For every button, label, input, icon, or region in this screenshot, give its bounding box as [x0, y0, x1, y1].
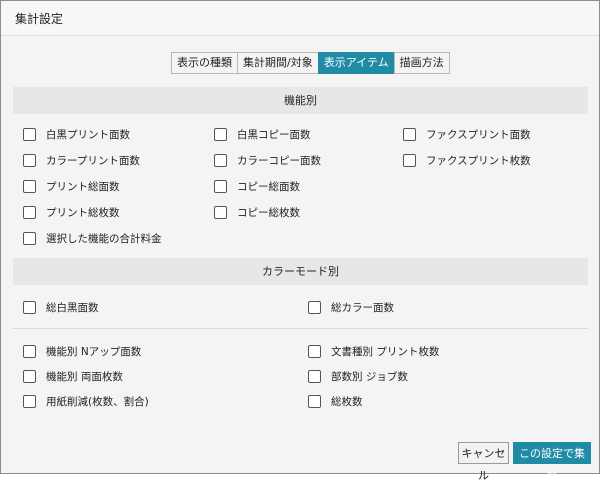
- checkbox-fax-print-sheets[interactable]: ファクスプリント枚数: [403, 153, 531, 168]
- checkbox-label: カラープリント面数: [46, 155, 140, 167]
- checkbox-label: 用紙削減(枚数、割合): [46, 396, 149, 408]
- checkbox-fax-print-pages[interactable]: ファクスプリント面数: [403, 127, 531, 142]
- checkbox-bw-print-pages[interactable]: 白黒プリント面数: [23, 127, 130, 142]
- checkbox-label: 白黒コピー面数: [237, 129, 311, 141]
- checkbox-function-nup-pages[interactable]: 機能別 Nアップ面数: [23, 344, 141, 359]
- checkbox-total-bw-pages[interactable]: 総白黒面数: [23, 300, 99, 315]
- dialog-title: 集計設定: [15, 12, 64, 26]
- checkbox-box[interactable]: [23, 154, 36, 167]
- checkbox-label: 部数別 ジョブ数: [331, 371, 408, 383]
- checkbox-box[interactable]: [23, 128, 36, 141]
- checkbox-box[interactable]: [214, 128, 227, 141]
- checkbox-box[interactable]: [214, 206, 227, 219]
- checkbox-label: カラーコピー面数: [237, 155, 321, 167]
- checkbox-box[interactable]: [308, 301, 321, 314]
- checkbox-box[interactable]: [214, 154, 227, 167]
- tab-display-items[interactable]: 表示アイテム: [317, 52, 395, 74]
- checkbox-box[interactable]: [308, 370, 321, 383]
- checkbox-box[interactable]: [403, 128, 416, 141]
- checkbox-label: 総白黒面数: [46, 302, 99, 314]
- checkbox-function-duplex-sheets[interactable]: 機能別 両面枚数: [23, 369, 123, 384]
- checkbox-label: 機能別 両面枚数: [46, 371, 123, 383]
- tab-drawing-method[interactable]: 描画方法: [393, 52, 450, 74]
- checkbox-box[interactable]: [308, 395, 321, 408]
- checkbox-box[interactable]: [23, 206, 36, 219]
- tab-bar: 表示の種類 集計期間/対象 表示アイテム 描画方法: [171, 52, 450, 74]
- checkbox-doc-type-print-sheets[interactable]: 文書種別 プリント枚数: [308, 344, 439, 359]
- checkbox-label: コピー総面数: [237, 181, 300, 193]
- checkbox-label: 選択した機能の合計料金: [46, 233, 162, 245]
- run-aggregation-button[interactable]: この設定で集計: [513, 442, 591, 482]
- aggregation-settings-dialog: 集計設定 表示の種類 集計期間/対象 表示アイテム 描画方法 機能別 白黒プリン…: [0, 0, 600, 482]
- section-header-color-mode: カラーモード別: [13, 258, 588, 285]
- checkbox-box[interactable]: [308, 345, 321, 358]
- checkbox-label: コピー総枚数: [237, 207, 300, 219]
- checkbox-copy-total-pages[interactable]: コピー総面数: [214, 179, 300, 194]
- cancel-button[interactable]: キャンセル: [458, 442, 509, 482]
- checkbox-label: 総カラー面数: [331, 302, 394, 314]
- checkbox-copies-job-count[interactable]: 部数別 ジョブ数: [308, 369, 408, 384]
- checkbox-label: プリント総枚数: [46, 207, 120, 219]
- section-header-function: 機能別: [13, 87, 588, 114]
- dialog-titlebar: 集計設定: [1, 1, 599, 36]
- checkbox-bw-copy-pages[interactable]: 白黒コピー面数: [214, 127, 311, 142]
- checkbox-label: 文書種別 プリント枚数: [331, 346, 440, 358]
- checkbox-total-color-pages[interactable]: 総カラー面数: [308, 300, 394, 315]
- checkbox-copy-total-sheets[interactable]: コピー総枚数: [214, 205, 300, 220]
- section-divider: [13, 328, 588, 329]
- checkbox-label: プリント総面数: [46, 181, 120, 193]
- checkbox-box[interactable]: [23, 232, 36, 245]
- checkbox-color-copy-pages[interactable]: カラーコピー面数: [214, 153, 321, 168]
- checkbox-label: 総枚数: [331, 396, 363, 408]
- checkbox-box[interactable]: [23, 370, 36, 383]
- checkbox-box[interactable]: [23, 345, 36, 358]
- checkbox-selected-function-total-fee[interactable]: 選択した機能の合計料金: [23, 231, 162, 246]
- checkbox-print-total-sheets[interactable]: プリント総枚数: [23, 205, 120, 220]
- checkbox-total-sheets[interactable]: 総枚数: [308, 394, 363, 409]
- checkbox-paper-reduction[interactable]: 用紙削減(枚数、割合): [23, 394, 149, 409]
- checkbox-box[interactable]: [23, 180, 36, 193]
- checkbox-label: ファクスプリント面数: [426, 129, 531, 141]
- checkbox-box[interactable]: [23, 395, 36, 408]
- tab-display-type[interactable]: 表示の種類: [171, 52, 238, 74]
- checkbox-box[interactable]: [23, 301, 36, 314]
- checkbox-color-print-pages[interactable]: カラープリント面数: [23, 153, 140, 168]
- tab-period-target[interactable]: 集計期間/対象: [237, 52, 319, 74]
- checkbox-print-total-pages[interactable]: プリント総面数: [23, 179, 120, 194]
- checkbox-label: 白黒プリント面数: [46, 129, 130, 141]
- checkbox-label: ファクスプリント枚数: [426, 155, 531, 167]
- checkbox-box[interactable]: [403, 154, 416, 167]
- checkbox-label: 機能別 Nアップ面数: [46, 346, 142, 358]
- checkbox-box[interactable]: [214, 180, 227, 193]
